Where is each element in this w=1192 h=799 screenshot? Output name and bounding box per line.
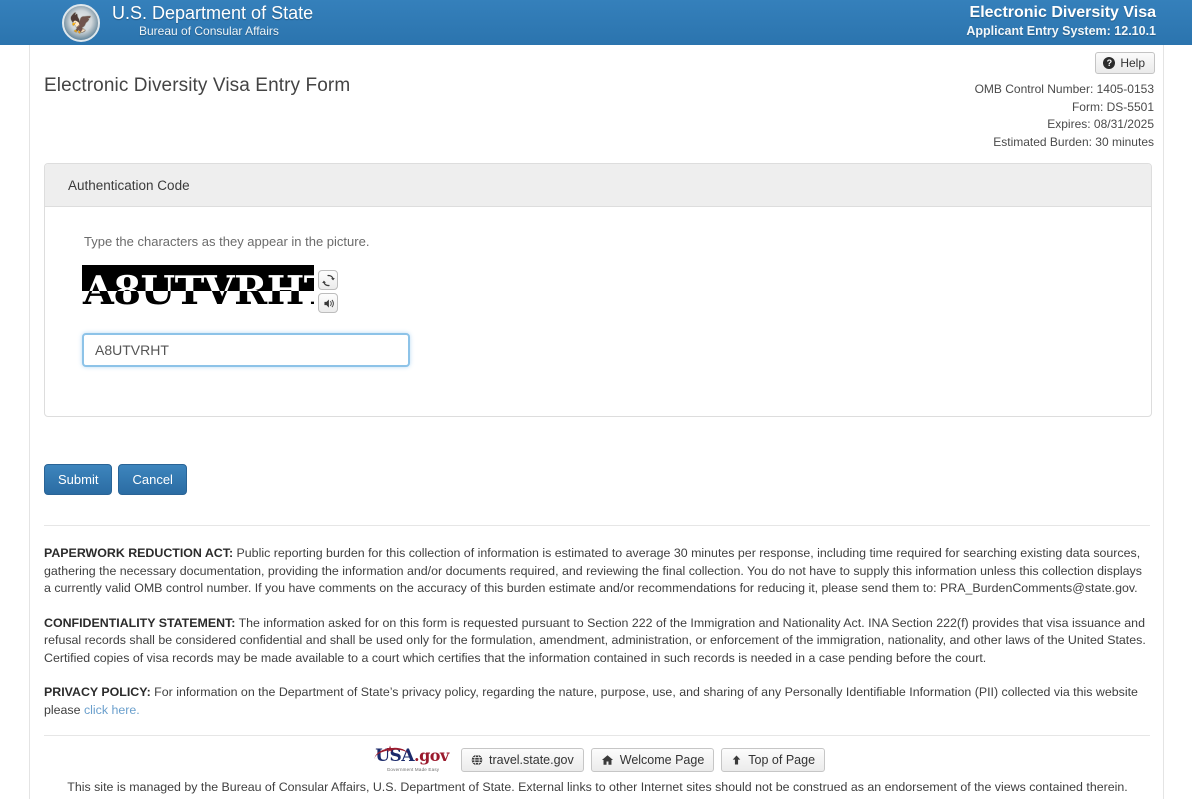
site-banner: 🦅 U.S. Department of State Bureau of Con… bbox=[0, 0, 1192, 45]
captcha-bottom-half: A8UTVRHT bbox=[82, 291, 314, 317]
omb-form-number: Form: DS-5501 bbox=[1071, 99, 1154, 114]
captcha-row: A8UTVRHT A8UTVRHT bbox=[82, 265, 1151, 317]
authentication-code-panel: Authentication Code Type the characters … bbox=[44, 163, 1152, 417]
panel-body: Type the characters as they appear in th… bbox=[45, 207, 1151, 416]
privacy-heading: PRIVACY POLICY: bbox=[44, 685, 151, 699]
captcha-text-bottom: A8UTVRHT bbox=[83, 291, 314, 314]
help-button[interactable]: ? Help bbox=[1095, 52, 1155, 74]
globe-icon bbox=[471, 754, 483, 766]
page-root: 🦅 U.S. Department of State Bureau of Con… bbox=[0, 0, 1192, 799]
form-actions: Submit Cancel bbox=[44, 464, 187, 495]
question-circle-icon: ? bbox=[1103, 57, 1116, 69]
agency-title: U.S. Department of State bbox=[112, 3, 314, 23]
eagle-glyph: 🦅 bbox=[69, 13, 93, 35]
refresh-icon[interactable] bbox=[318, 270, 338, 290]
usagov-tagline: Government Made Easy bbox=[386, 767, 440, 772]
captcha-top-half: A8UTVRHT bbox=[82, 265, 314, 291]
omb-expires: Expires: 08/31/2025 bbox=[1047, 117, 1154, 131]
footer-divider bbox=[44, 735, 1150, 736]
audio-speaker-icon[interactable] bbox=[318, 293, 338, 313]
managed-by-notice: This site is managed by the Bureau of Co… bbox=[67, 780, 1128, 794]
privacy-body: For information on the Department of Sta… bbox=[44, 685, 1138, 717]
captcha-instruction: Type the characters as they appear in th… bbox=[84, 234, 370, 249]
cancel-button[interactable]: Cancel bbox=[118, 464, 187, 495]
usagov-logo[interactable]: ★ USA .gov Government Made Easy bbox=[370, 744, 454, 773]
legal-notices: PAPERWORK REDUCTION ACT: Public reportin… bbox=[44, 525, 1150, 736]
omb-info: OMB Control Number: 1405-0153 Form: DS-5… bbox=[975, 81, 1154, 151]
omb-control-number: OMB Control Number: 1405-0153 bbox=[974, 82, 1154, 96]
paperwork-heading: PAPERWORK REDUCTION ACT: bbox=[44, 546, 234, 560]
arrow-up-icon bbox=[733, 755, 741, 765]
captcha-text-top: A8UTVRHT bbox=[83, 268, 314, 291]
confidentiality-heading: CONFIDENTIALITY STATEMENT: bbox=[44, 615, 236, 630]
page-title: Electronic Diversity Visa Entry Form bbox=[44, 75, 351, 96]
welcome-page-label: Welcome Page bbox=[619, 753, 705, 767]
authentication-code-input[interactable] bbox=[82, 333, 410, 367]
travel-state-gov-button[interactable]: travel.state.gov bbox=[460, 748, 584, 772]
agency-branding: U.S. Department of State Bureau of Consu… bbox=[112, 2, 542, 39]
footer-links: ★ USA .gov Government Made Easy travel.st… bbox=[30, 744, 1165, 773]
usagov-gov-text: .gov bbox=[414, 746, 449, 765]
omb-estimated-burden: Estimated Burden: 30 minutes bbox=[993, 134, 1154, 149]
system-title: Electronic Diversity Visa bbox=[969, 4, 1156, 21]
panel-heading: Authentication Code bbox=[45, 164, 1151, 207]
department-of-state-seal-icon: 🦅 bbox=[62, 4, 100, 42]
privacy-policy-link[interactable]: click here. bbox=[84, 703, 140, 717]
submit-button[interactable]: Submit bbox=[44, 464, 113, 495]
confidentiality-statement: CONFIDENTIALITY STATEMENT: The informati… bbox=[44, 615, 1150, 668]
system-version: Applicant Entry System: 12.10.1 bbox=[966, 24, 1156, 38]
top-of-page-label: Top of Page bbox=[748, 753, 816, 767]
welcome-page-button[interactable]: Welcome Page bbox=[590, 748, 715, 772]
system-info: Electronic Diversity Visa Applicant Entr… bbox=[966, 2, 1156, 39]
captcha-image: A8UTVRHT A8UTVRHT bbox=[82, 265, 314, 317]
help-button-label: Help bbox=[1120, 56, 1145, 70]
top-of-page-button[interactable]: Top of Page bbox=[721, 748, 826, 772]
home-icon bbox=[601, 755, 613, 765]
privacy-policy: PRIVACY POLICY: For information on the D… bbox=[44, 684, 1150, 719]
captcha-controls bbox=[318, 265, 338, 313]
content-frame: ? Help Electronic Diversity Visa Entry F… bbox=[29, 45, 1164, 799]
usagov-star-icon: ★ bbox=[385, 744, 395, 754]
paperwork-reduction-act: PAPERWORK REDUCTION ACT: Public reportin… bbox=[44, 545, 1150, 598]
agency-subtitle: Bureau of Consular Affairs bbox=[139, 24, 279, 38]
travel-state-gov-label: travel.state.gov bbox=[488, 753, 574, 767]
